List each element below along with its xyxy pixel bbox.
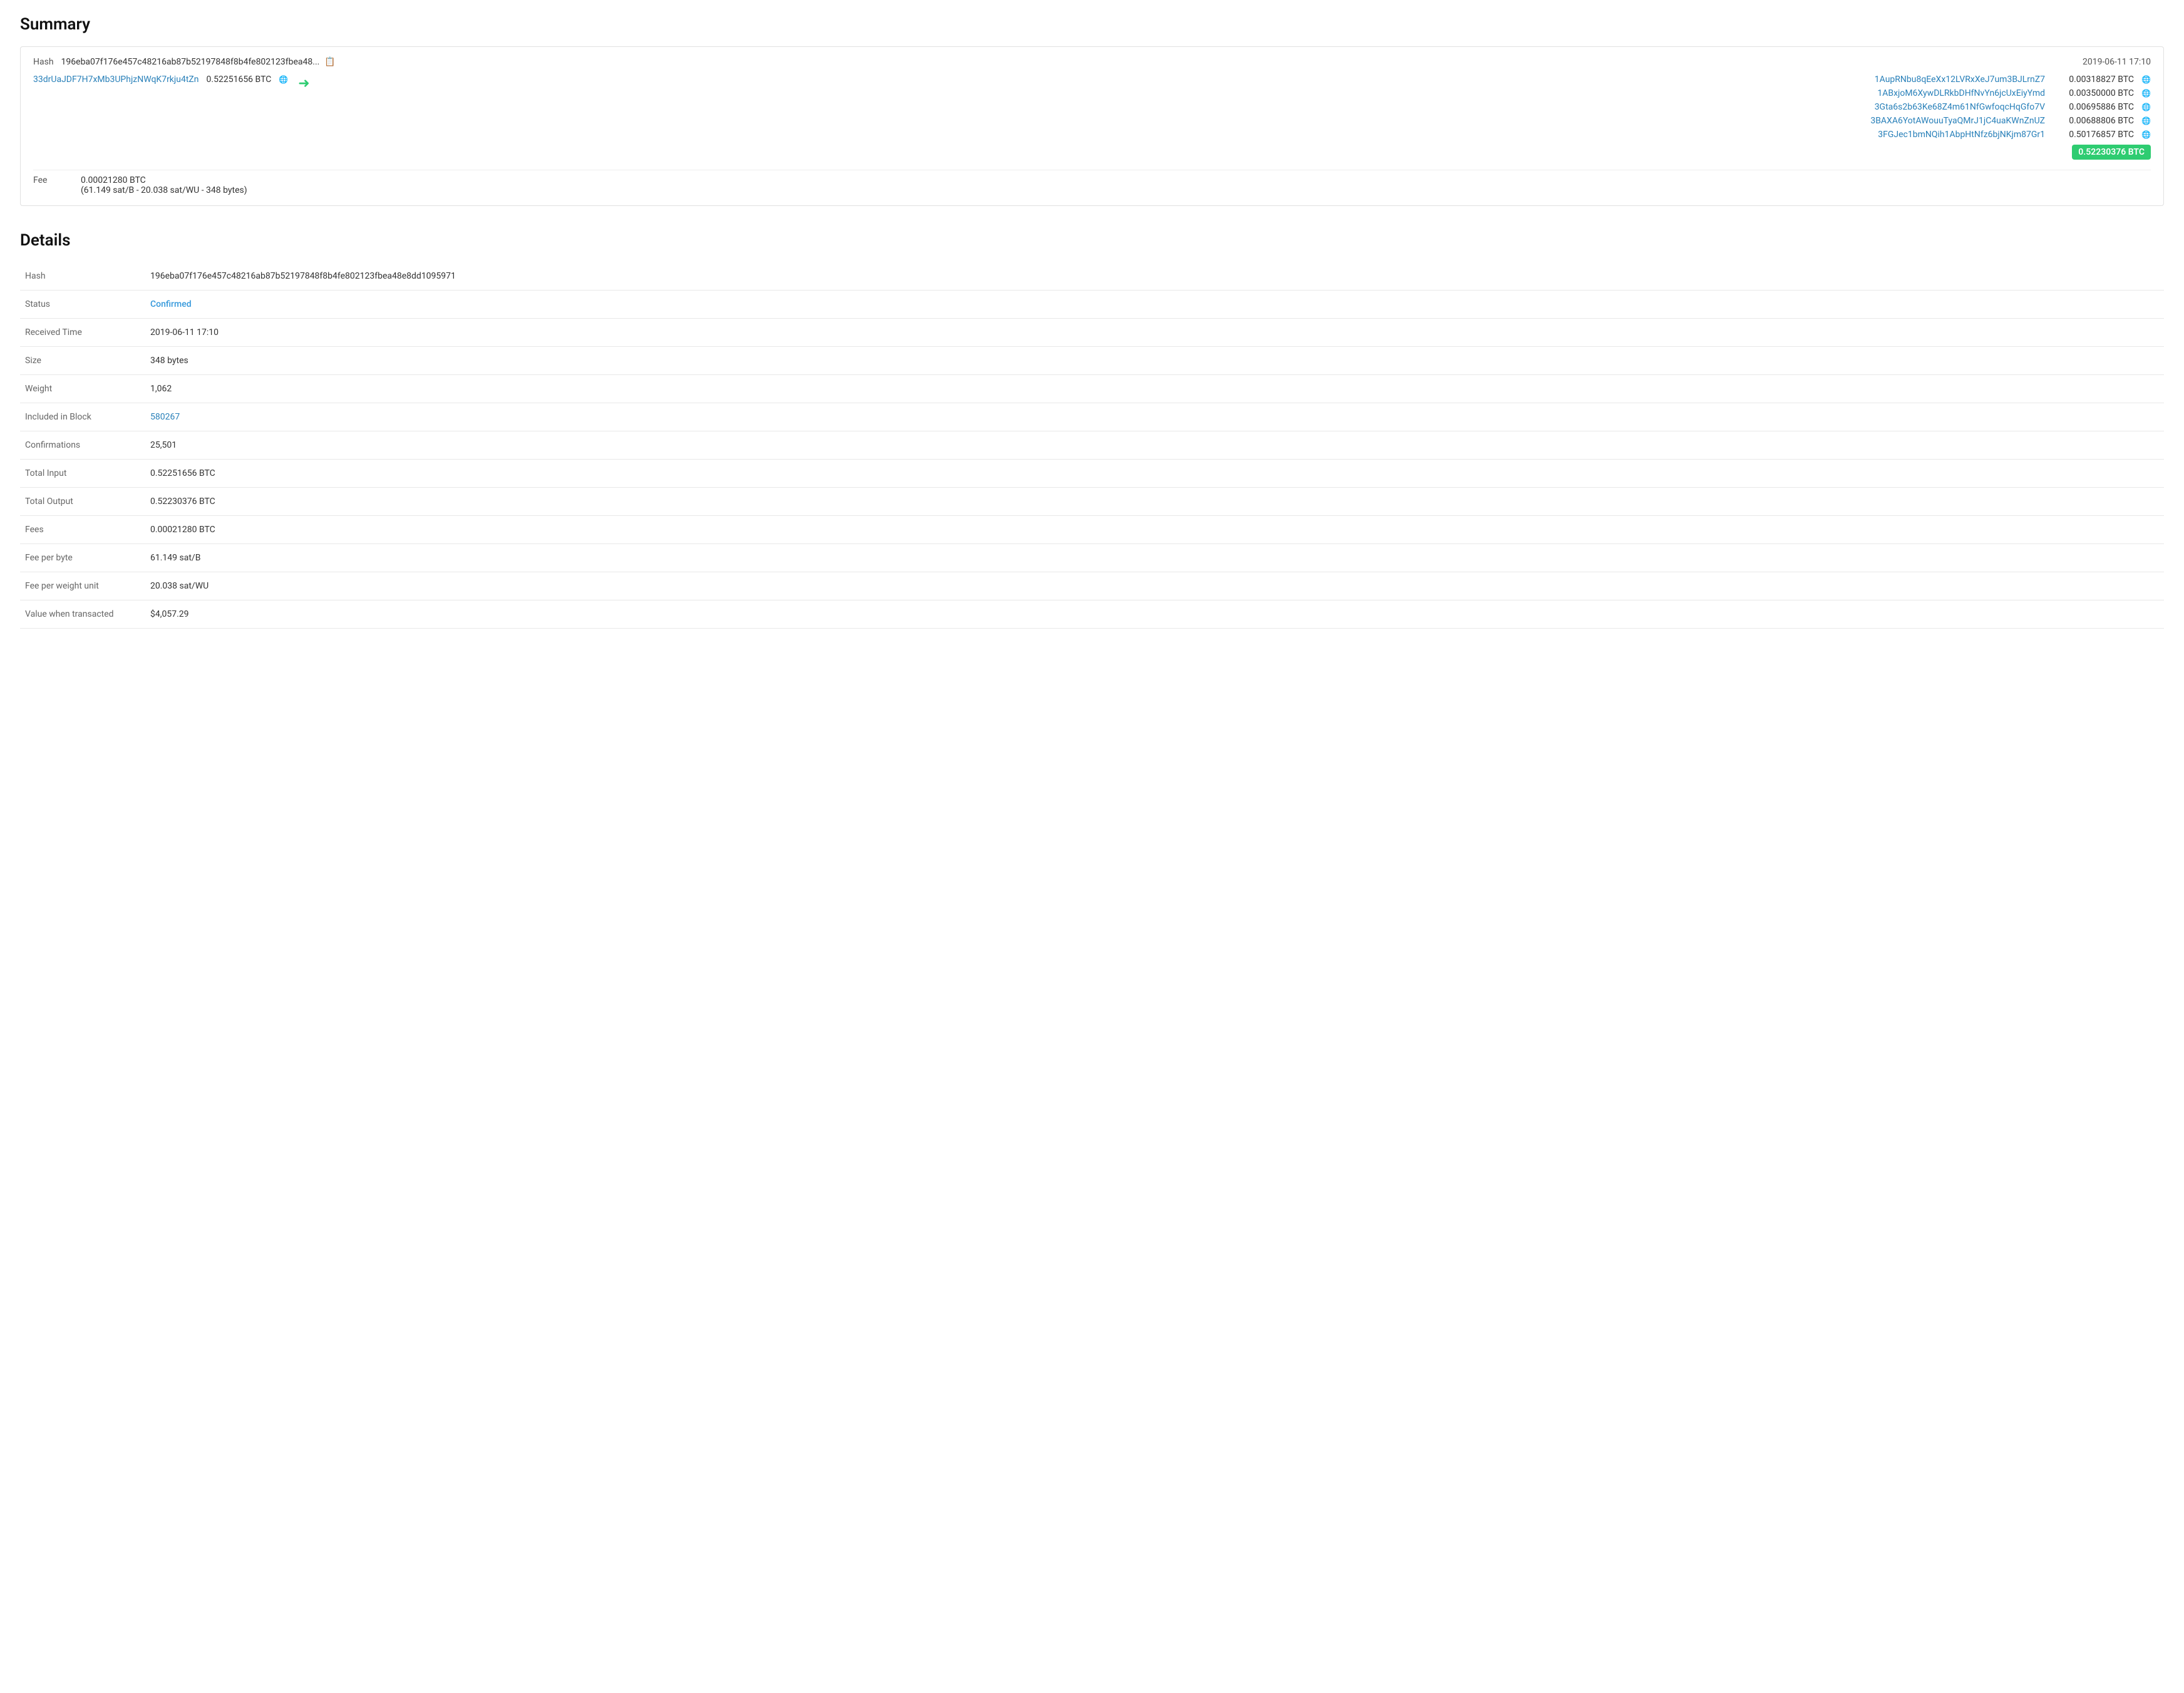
input-address[interactable]: 33drUaJDF7H7xMb3UPhjzNWqK7rkju4tZn [33,75,199,85]
summary-section: Summary Hash 196eba07f176e457c48216ab87b… [20,15,2164,206]
output-globe-0: 🌐 [2141,75,2151,84]
output-addr-2[interactable]: 3Gta6s2b63Ke68Z4m61NfGwfoqcHqGfo7V [1875,102,2045,112]
summary-hash-left: Hash 196eba07f176e457c48216ab87b52197848… [33,57,336,67]
hash-label: Hash [33,57,54,67]
tx-outputs: 1AupRNbu8qEeXx12LVRxXeJ7um3BJLrnZ7 0.003… [320,75,2151,160]
output-row-2: 3Gta6s2b63Ke68Z4m61NfGwfoqcHqGfo7V 0.006… [320,102,2151,112]
details-label-5: Included in Block [20,403,145,431]
details-row-11: Fee per weight unit20.038 sat/WU [20,572,2164,600]
details-row-9: Fees0.00021280 BTC [20,516,2164,544]
details-value-10: 61.149 sat/B [145,544,2164,572]
details-row-7: Total Input0.52251656 BTC [20,460,2164,488]
output-row-3: 3BAXA6YotAWouuTyaQMrJ1jC4uaKWnZnUZ 0.006… [320,116,2151,126]
fee-row: Fee 0.00021280 BTC (61.149 sat/B - 20.03… [33,170,2151,195]
output-globe-3: 🌐 [2141,116,2151,125]
details-label-6: Confirmations [20,431,145,460]
details-label-7: Total Input [20,460,145,488]
input-globe-icon: 🌐 [279,75,288,84]
output-amount-2: 0.00695886 BTC [2053,102,2134,112]
details-value-1: Confirmed [145,291,2164,319]
output-amount-3: 0.00688806 BTC [2053,116,2134,126]
summary-timestamp: 2019-06-11 17:10 [2083,57,2151,67]
output-globe-4: 🌐 [2141,130,2151,139]
fee-line2: (61.149 sat/B - 20.038 sat/WU - 348 byte… [81,185,247,195]
details-value-8: 0.52230376 BTC [145,488,2164,516]
details-value-4: 1,062 [145,375,2164,403]
copy-icon[interactable]: 📋 [324,57,335,67]
details-label-0: Hash [20,262,145,291]
details-value-3: 348 bytes [145,347,2164,375]
summary-box: Hash 196eba07f176e457c48216ab87b52197848… [20,46,2164,206]
details-value-7: 0.52251656 BTC [145,460,2164,488]
fee-line1: 0.00021280 BTC [81,175,247,185]
output-amount-1: 0.00350000 BTC [2053,88,2134,98]
tx-total: 0.52230376 BTC [320,145,2151,160]
details-label-10: Fee per byte [20,544,145,572]
details-title: Details [20,231,2164,250]
output-addr-1[interactable]: 1ABxjoM6XywDLRkbDHfNvYn6jcUxEiyYmd [1877,88,2045,98]
details-label-12: Value when transacted [20,600,145,629]
fee-details: 0.00021280 BTC (61.149 sat/B - 20.038 sa… [81,175,247,195]
details-value-11: 20.038 sat/WU [145,572,2164,600]
details-value-5[interactable]: 580267 [145,403,2164,431]
output-addr-3[interactable]: 3BAXA6YotAWouuTyaQMrJ1jC4uaKWnZnUZ [1870,116,2045,126]
tx-flow: 33drUaJDF7H7xMb3UPhjzNWqK7rkju4tZn 0.522… [33,75,2151,160]
output-row-1: 1ABxjoM6XywDLRkbDHfNvYn6jcUxEiyYmd 0.003… [320,88,2151,98]
status-confirmed-badge: Confirmed [150,299,192,309]
arrow-icon: ➜ [298,76,309,91]
details-label-3: Size [20,347,145,375]
details-row-5: Included in Block 580267 [20,403,2164,431]
output-addr-0[interactable]: 1AupRNbu8qEeXx12LVRxXeJ7um3BJLrnZ7 [1875,75,2045,85]
output-addr-4[interactable]: 3FGJec1bmNQih1AbpHtNfz6bjNKjm87Gr1 [1878,130,2045,140]
details-label-8: Total Output [20,488,145,516]
details-label-9: Fees [20,516,145,544]
output-amount-0: 0.00318827 BTC [2053,75,2134,85]
details-row-10: Fee per byte61.149 sat/B [20,544,2164,572]
details-value-6: 25,501 [145,431,2164,460]
details-value-2: 2019-06-11 17:10 [145,319,2164,347]
details-row-3: Size348 bytes [20,347,2164,375]
tx-inputs: 33drUaJDF7H7xMb3UPhjzNWqK7rkju4tZn 0.522… [33,75,288,87]
details-section: Details Hash196eba07f176e457c48216ab87b5… [20,231,2164,629]
output-amount-4: 0.50176857 BTC [2053,130,2134,140]
details-row-2: Received Time2019-06-11 17:10 [20,319,2164,347]
input-amount: 0.52251656 BTC [207,75,272,85]
output-row-4: 3FGJec1bmNQih1AbpHtNfz6bjNKjm87Gr1 0.501… [320,130,2151,140]
output-row-0: 1AupRNbu8qEeXx12LVRxXeJ7um3BJLrnZ7 0.003… [320,75,2151,85]
summary-hash-row: Hash 196eba07f176e457c48216ab87b52197848… [33,57,2151,67]
block-link-5[interactable]: 580267 [150,412,180,422]
output-globe-2: 🌐 [2141,103,2151,111]
details-value-0: 196eba07f176e457c48216ab87b52197848f8b4f… [145,262,2164,291]
details-value-9: 0.00021280 BTC [145,516,2164,544]
summary-title: Summary [20,15,2164,34]
fee-label: Fee [33,175,71,185]
details-table: Hash196eba07f176e457c48216ab87b52197848f… [20,262,2164,629]
details-row-6: Confirmations25,501 [20,431,2164,460]
tx-arrow: ➜ [298,75,309,91]
hash-short-value: 196eba07f176e457c48216ab87b52197848f8b4f… [61,57,320,67]
output-globe-1: 🌐 [2141,89,2151,98]
details-row-12: Value when transacted$4,057.29 [20,600,2164,629]
details-row-1: Status Confirmed [20,291,2164,319]
total-badge: 0.52230376 BTC [2072,145,2151,160]
details-label-2: Received Time [20,319,145,347]
input-row: 33drUaJDF7H7xMb3UPhjzNWqK7rkju4tZn 0.522… [33,75,288,85]
details-label-4: Weight [20,375,145,403]
details-row-8: Total Output0.52230376 BTC [20,488,2164,516]
details-row-4: Weight1,062 [20,375,2164,403]
details-value-12: $4,057.29 [145,600,2164,629]
details-row-0: Hash196eba07f176e457c48216ab87b52197848f… [20,262,2164,291]
details-label-1: Status [20,291,145,319]
details-label-11: Fee per weight unit [20,572,145,600]
